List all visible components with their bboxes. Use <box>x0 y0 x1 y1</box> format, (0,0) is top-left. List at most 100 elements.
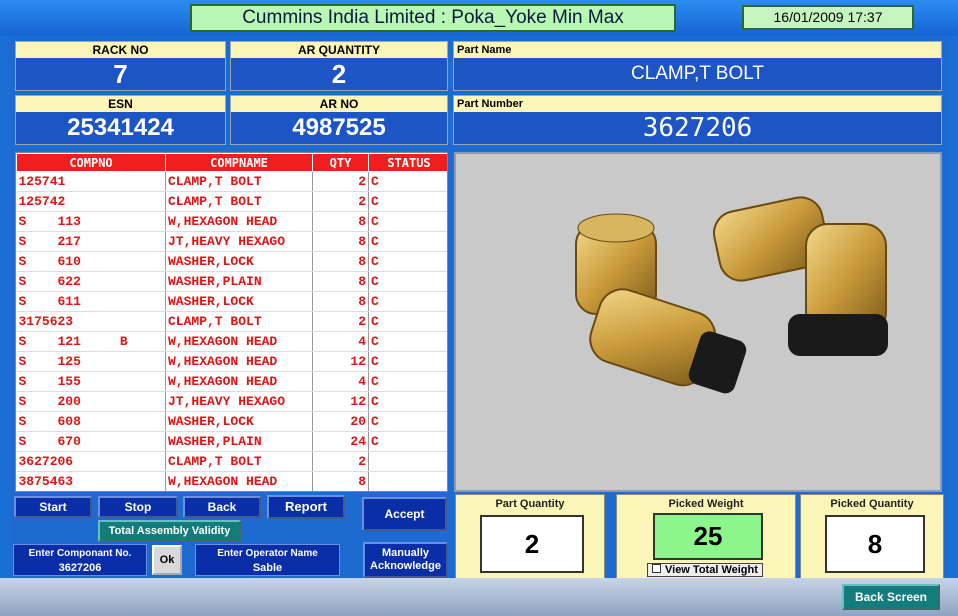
cell-qty: 2 <box>312 311 369 332</box>
table-row[interactable]: 3175623 CLAMP,T BOLT 2 C <box>16 311 447 332</box>
cell-compname: CLAMP,T BOLT <box>165 311 313 332</box>
cell-compno: S 670 <box>16 431 166 452</box>
component-no-field[interactable]: Enter Componant No. 3627206 <box>13 544 147 576</box>
table-row[interactable]: S 125 W,HEXAGON HEAD 12 C <box>16 351 447 372</box>
cell-compno: S 121 B <box>16 331 166 352</box>
total-assembly-validity-button[interactable]: Total Assembly Validity <box>98 520 241 542</box>
table-row[interactable]: S 200 JT,HEAVY HEXAGO 12 C <box>16 391 447 412</box>
cell-qty: 2 <box>312 451 369 472</box>
part-quantity-panel: Part Quantity 2 <box>455 494 605 579</box>
view-total-weight-label: View Total Weight <box>665 564 758 576</box>
part-number-value: 3627206 <box>454 112 941 144</box>
cell-qty: 2 <box>312 171 369 192</box>
ok-button[interactable]: Ok <box>152 545 182 575</box>
title-bar: Cummins India Limited : Poka_Yoke Min Ma… <box>0 0 958 36</box>
picked-quantity-panel: Picked Quantity 8 <box>800 494 944 579</box>
cell-compname: W,HEXAGON HEAD <box>165 331 313 352</box>
rack-no-value: 7 <box>16 58 225 90</box>
cell-compno: 3627206 <box>16 451 166 472</box>
cell-compno: S 610 <box>16 251 166 272</box>
component-no-value[interactable]: 3627206 <box>14 562 146 574</box>
cell-compname: CLAMP,T BOLT <box>165 191 313 212</box>
part-quantity-label: Part Quantity <box>495 498 565 510</box>
cell-compname: W,HEXAGON HEAD <box>165 371 313 392</box>
ar-quantity-value: 2 <box>231 58 447 90</box>
table-row[interactable]: S 608 WASHER,LOCK 20 C <box>16 411 447 432</box>
operator-name-value[interactable]: Sable <box>196 562 339 574</box>
cell-qty: 8 <box>312 271 369 292</box>
manually-acknowledge-button[interactable]: Manually Acknowledge <box>363 542 448 578</box>
ar-no-value: 4987525 <box>231 112 447 144</box>
accept-button[interactable]: Accept <box>362 497 447 531</box>
part-number-label: Part Number <box>454 96 941 112</box>
cell-qty: 20 <box>312 411 369 432</box>
col-qty: QTY <box>312 153 369 172</box>
table-row[interactable]: 3627206 CLAMP,T BOLT 2 <box>16 451 447 472</box>
cell-status: C <box>368 331 447 352</box>
table-row[interactable]: S 121 B W,HEXAGON HEAD 4 C <box>16 331 447 352</box>
cell-qty: 8 <box>312 291 369 312</box>
cell-status: C <box>368 431 447 452</box>
cell-qty: 2 <box>312 191 369 212</box>
cell-status: C <box>368 311 447 332</box>
cell-qty: 12 <box>312 391 369 412</box>
table-row[interactable]: S 217 JT,HEAVY HEXAGO 8 C <box>16 231 447 252</box>
rack-no-panel: RACK NO 7 <box>15 41 226 91</box>
part-name-panel: Part Name CLAMP,T BOLT <box>453 41 942 91</box>
table-row[interactable]: S 155 W,HEXAGON HEAD 4 C <box>16 371 447 392</box>
col-compname: COMPNAME <box>165 153 313 172</box>
report-button[interactable]: Report <box>267 495 345 519</box>
cell-compno: 125742 <box>16 191 166 212</box>
cell-compname: CLAMP,T BOLT <box>165 171 313 192</box>
back-button[interactable]: Back <box>183 496 261 518</box>
part-name-value: CLAMP,T BOLT <box>454 58 941 90</box>
esn-label: ESN <box>16 96 225 112</box>
cell-status: C <box>368 251 447 272</box>
cell-status: C <box>368 371 447 392</box>
ar-no-label: AR NO <box>231 96 447 112</box>
cell-compname: JT,HEAVY HEXAGO <box>165 391 313 412</box>
cell-status: C <box>368 411 447 432</box>
esn-value: 25341424 <box>16 112 225 144</box>
cell-status <box>368 471 447 491</box>
cell-qty: 4 <box>312 371 369 392</box>
table-row[interactable]: S 670 WASHER,PLAIN 24 C <box>16 431 447 452</box>
back-screen-button[interactable]: Back Screen <box>842 584 940 610</box>
table-row[interactable]: 3875463 W,HEXAGON HEAD 8 <box>16 471 447 491</box>
cell-compname: JT,HEAVY HEXAGO <box>165 231 313 252</box>
cell-compname: WASHER,PLAIN <box>165 431 313 452</box>
cell-compno: S 155 <box>16 371 166 392</box>
cell-compname: WASHER,LOCK <box>165 411 313 432</box>
component-table[interactable]: COMPNO COMPNAME QTY STATUS 125741 CLAMP,T… <box>15 152 448 492</box>
table-row[interactable]: 125742 CLAMP,T BOLT 2 C <box>16 191 447 212</box>
view-total-weight-checkbox[interactable]: View Total Weight <box>647 563 763 577</box>
table-row[interactable]: S 113 W,HEXAGON HEAD 8 C <box>16 211 447 232</box>
table-row[interactable]: S 611 WASHER,LOCK 8 C <box>16 291 447 312</box>
ar-no-panel: AR NO 4987525 <box>230 95 448 145</box>
footer-bar: Back Screen <box>0 578 958 616</box>
stop-button[interactable]: Stop <box>98 496 178 518</box>
cell-compname: WASHER,PLAIN <box>165 271 313 292</box>
ar-quantity-label: AR QUANTITY <box>231 42 447 58</box>
cell-compno: S 622 <box>16 271 166 292</box>
table-row[interactable]: 125741 CLAMP,T BOLT 2 C <box>16 171 447 192</box>
cell-compname: W,HEXAGON HEAD <box>165 211 313 232</box>
cell-compno: 3175623 <box>16 311 166 332</box>
table-row[interactable]: S 610 WASHER,LOCK 8 C <box>16 251 447 272</box>
cell-compname: CLAMP,T BOLT <box>165 451 313 472</box>
table-row[interactable]: S 622 WASHER,PLAIN 8 C <box>16 271 447 292</box>
start-button[interactable]: Start <box>14 496 92 518</box>
cell-compno: S 125 <box>16 351 166 372</box>
operator-name-label: Enter Operator Name <box>217 548 318 559</box>
cell-compno: 125741 <box>16 171 166 192</box>
cell-compname: WASHER,LOCK <box>165 291 313 312</box>
cell-compno: 3875463 <box>16 471 166 491</box>
picked-weight-panel: Picked Weight 25 View Total Weight <box>616 494 796 579</box>
checkbox-icon <box>652 564 661 573</box>
app-title: Cummins India Limited : Poka_Yoke Min Ma… <box>190 4 676 32</box>
datetime-display: 16/01/2009 17:37 <box>742 5 914 30</box>
part-image-panel <box>454 152 942 492</box>
part-number-panel: Part Number 3627206 <box>453 95 942 145</box>
manually-acknowledge-line2: Acknowledge <box>370 560 441 572</box>
operator-name-field[interactable]: Enter Operator Name Sable <box>195 544 340 576</box>
